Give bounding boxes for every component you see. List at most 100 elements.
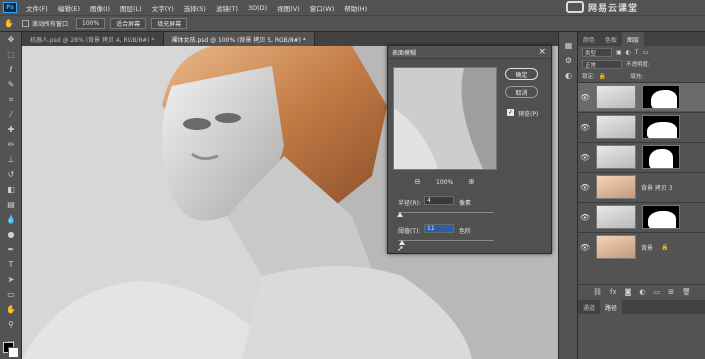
layer-thumbnail: [596, 115, 636, 139]
bottom-panel-tabs: 通道 路径: [578, 300, 705, 314]
hand-icon[interactable]: ✋: [0, 16, 18, 31]
tools-panel: ✥ ⬚ ℓ ✎ ⌗ ⁄ ✚ ✏ ⊥ ↺ ◧ ▤ 💧 ● ✒ T ➤ ▭ ✋ ⚲ …: [0, 32, 22, 359]
history-brush-icon[interactable]: ↺: [0, 167, 22, 182]
layer-row-2[interactable]: 👁: [578, 112, 705, 141]
menu-image[interactable]: 图像(I): [85, 3, 115, 13]
lock-icon[interactable]: 🔒: [599, 73, 606, 80]
shape-filter-icon[interactable]: ▭: [643, 49, 649, 56]
pen-tool-icon[interactable]: ✒: [0, 242, 22, 257]
adjustment-layer-icon[interactable]: ◐: [639, 288, 645, 296]
close-icon[interactable]: ×: [538, 47, 546, 57]
panel-icons-strip: ▦ ⚙ ◐: [558, 32, 577, 359]
threshold-input[interactable]: 11: [424, 224, 454, 233]
add-mask-icon[interactable]: ◙: [625, 288, 632, 296]
tab-girl-doc[interactable]: 裸体女孩.psd @ 100% (背景 拷贝 5, RGB/8#) *: [163, 32, 315, 46]
healing-tool-icon[interactable]: ✚: [0, 122, 22, 137]
fit-screen-button[interactable]: 适合屏幕: [110, 18, 147, 29]
layer-list: 👁 👁 👁 👁 背景 拷贝 3 👁 👁 背景 🔒: [578, 82, 705, 272]
tab-robot-doc[interactable]: 机器人.psd @ 28% (背景 拷贝 4, RGB/8#) *: [22, 32, 164, 46]
menu-3d[interactable]: 3D(D): [243, 4, 272, 12]
eye-icon[interactable]: 👁: [578, 213, 592, 222]
ok-button[interactable]: 确定: [505, 68, 538, 80]
marquee-tool-icon[interactable]: ⬚: [0, 47, 22, 62]
radius-slider-knob[interactable]: [396, 212, 403, 217]
tab-channels[interactable]: 通道: [578, 300, 600, 314]
path-select-icon[interactable]: ➤: [0, 272, 22, 287]
radius-slider-track[interactable]: [398, 212, 494, 213]
background-color-swatch[interactable]: [8, 347, 19, 358]
dodge-tool-icon[interactable]: ●: [0, 227, 22, 242]
layer-row-3[interactable]: 👁: [578, 142, 705, 171]
tab-swatches[interactable]: 色板: [600, 32, 622, 46]
move-tool-icon[interactable]: ✥: [0, 32, 22, 47]
menu-layer[interactable]: 图层(L): [115, 3, 147, 13]
adjust-filter-icon[interactable]: ◐: [626, 49, 631, 56]
gradient-tool-icon[interactable]: ▤: [0, 197, 22, 212]
dialog-title: 表面模糊: [388, 46, 551, 59]
layer-kind-filter[interactable]: 类型: [582, 47, 612, 57]
history-panel-icon[interactable]: ▦: [559, 38, 578, 53]
layer-name: 背景: [641, 244, 654, 252]
image-filter-icon[interactable]: ▣: [616, 49, 622, 56]
cancel-button[interactable]: 取消: [505, 86, 538, 98]
trash-icon[interactable]: 🗑: [682, 288, 691, 296]
zoom-in-icon[interactable]: ⊕: [468, 177, 475, 186]
tab-layers[interactable]: 图层: [622, 32, 645, 46]
layer-thumbnail: [596, 175, 636, 199]
layer-thumbnail: [596, 235, 636, 259]
hand-tool-icon[interactable]: ✋: [0, 302, 22, 317]
group-icon[interactable]: ▭: [654, 288, 661, 296]
zoom-out-icon[interactable]: ⊖: [414, 177, 421, 186]
menu-select[interactable]: 选择(S): [179, 3, 211, 13]
layer-mask-thumbnail: [642, 145, 680, 169]
stamp-tool-icon[interactable]: ⊥: [0, 152, 22, 167]
menu-filter[interactable]: 滤镜(T): [211, 3, 243, 13]
options-bar: ✋ 滚动所有窗口 100% 适合屏幕 填充屏幕: [0, 15, 705, 32]
tab-paths[interactable]: 路径: [600, 300, 623, 314]
blend-mode-select[interactable]: 正常: [582, 59, 622, 69]
layer-name: 背景 拷贝 3: [641, 184, 673, 192]
tab-color[interactable]: 颜色: [578, 32, 600, 46]
eraser-tool-icon[interactable]: ◧: [0, 182, 22, 197]
new-layer-icon[interactable]: ⊞: [668, 288, 674, 296]
eye-icon[interactable]: 👁: [578, 183, 592, 192]
rectangle-tool-icon[interactable]: ▭: [0, 287, 22, 302]
eyedropper-tool-icon[interactable]: ⁄: [0, 107, 22, 122]
link-icon[interactable]: ⛓: [593, 288, 602, 296]
menu-window[interactable]: 窗口(W): [305, 3, 340, 13]
eye-icon[interactable]: 👁: [578, 153, 592, 162]
layer-row-4[interactable]: 👁 背景 拷贝 3: [578, 172, 705, 201]
eye-icon[interactable]: 👁: [578, 93, 592, 102]
layer-row-1[interactable]: 👁: [578, 82, 705, 111]
lock-icon: 🔒: [661, 243, 669, 251]
scroll-all-checkbox[interactable]: [22, 20, 29, 27]
fill-screen-button[interactable]: 填充屏幕: [151, 18, 188, 29]
menu-edit[interactable]: 编辑(E): [53, 3, 85, 13]
lasso-tool-icon[interactable]: ℓ: [0, 62, 22, 77]
eye-icon[interactable]: 👁: [578, 123, 592, 132]
preview-checkbox[interactable]: ✓: [507, 109, 514, 116]
fx-icon[interactable]: fx: [610, 288, 617, 296]
layer-mask-thumbnail: [642, 115, 680, 139]
layers-footer: ⛓ fx ◙ ◐ ▭ ⊞ 🗑: [578, 284, 705, 298]
quick-select-tool-icon[interactable]: ✎: [0, 77, 22, 92]
menu-view[interactable]: 视图(V): [272, 3, 305, 13]
zoom-tool-icon[interactable]: ⚲: [0, 317, 22, 332]
menu-help[interactable]: 帮助(H): [339, 3, 372, 13]
eye-icon[interactable]: 👁: [578, 243, 592, 252]
brush-tool-icon[interactable]: ✏: [0, 137, 22, 152]
text-filter-icon[interactable]: T: [635, 49, 639, 56]
zoom-100-button[interactable]: 100%: [76, 18, 106, 29]
filter-preview[interactable]: [393, 67, 497, 170]
layer-row-5[interactable]: 👁: [578, 202, 705, 231]
crop-tool-icon[interactable]: ⌗: [0, 92, 22, 107]
radius-input[interactable]: 4: [424, 196, 454, 205]
blur-tool-icon[interactable]: 💧: [0, 212, 22, 227]
layer-row-6[interactable]: 👁 背景 🔒: [578, 232, 705, 261]
properties-panel-icon[interactable]: ⚙: [559, 53, 578, 68]
menu-type[interactable]: 文字(Y): [147, 3, 179, 13]
adjustments-panel-icon[interactable]: ◐: [559, 68, 578, 83]
threshold-slider-track[interactable]: [398, 240, 494, 241]
type-tool-icon[interactable]: T: [0, 257, 22, 272]
menu-file[interactable]: 文件(F): [21, 3, 53, 13]
